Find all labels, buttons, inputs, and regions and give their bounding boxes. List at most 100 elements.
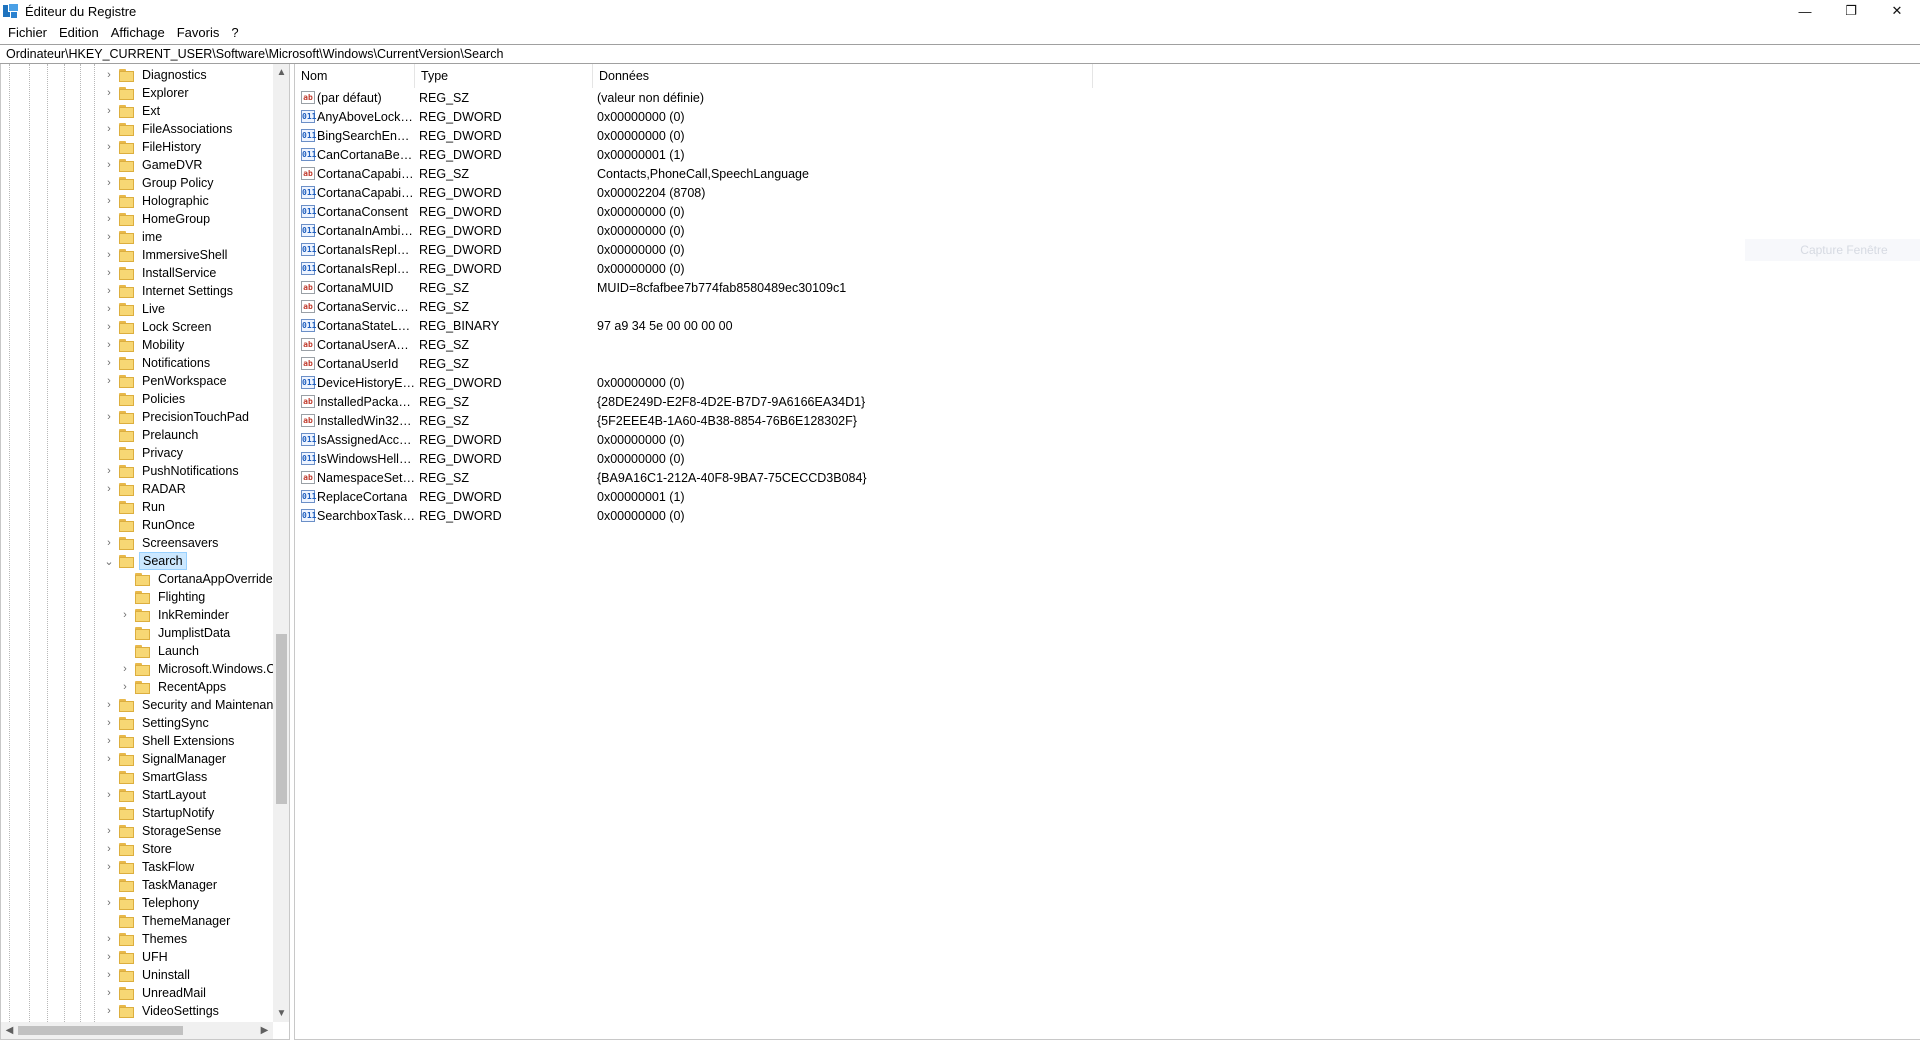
value-row[interactable]: 011SearchboxTaskbarMode REG_DWORD 0x000000… [295, 506, 1073, 525]
chevron-right-icon[interactable]: › [103, 732, 115, 750]
chevron-right-icon[interactable]: › [119, 660, 131, 678]
tree-item[interactable]: › RecentApps [119, 678, 229, 696]
value-row[interactable]: 011AnyAboveLockScreen REG_DWORD 0x00000000… [295, 107, 1073, 126]
tree-item[interactable]: › Internet Settings [103, 282, 236, 300]
scroll-left-arrow-icon[interactable]: ◀ [1, 1022, 18, 1039]
scroll-right-arrow-icon[interactable]: ▶ [256, 1022, 273, 1039]
chevron-right-icon[interactable]: › [103, 174, 115, 192]
tree-item[interactable]: › ImmersiveShell [103, 246, 230, 264]
chevron-right-icon[interactable]: › [103, 696, 115, 714]
column-header-data[interactable]: Données [593, 64, 1093, 88]
value-row[interactable]: abCortanaUserAuthority REG_SZ [295, 335, 1073, 354]
tree-item[interactable]: Policies [103, 390, 188, 408]
minimize-button[interactable]: — [1782, 0, 1828, 22]
tree-item[interactable]: › FileAssociations [103, 120, 235, 138]
tree-item[interactable]: › InstallService [103, 264, 219, 282]
tree-item[interactable]: › Notifications [103, 354, 213, 372]
chevron-right-icon[interactable]: › [103, 246, 115, 264]
tree-item[interactable]: › Group Policy [103, 174, 217, 192]
chevron-right-icon[interactable]: › [103, 84, 115, 102]
chevron-right-icon[interactable]: › [103, 336, 115, 354]
tree-item[interactable]: › PenWorkspace [103, 372, 230, 390]
tree-item[interactable]: › FileHistory [103, 138, 204, 156]
tree-item[interactable]: › PushNotifications [103, 462, 242, 480]
tree-item[interactable]: › VideoSettings [103, 1002, 222, 1020]
tree-item[interactable]: › ime [103, 228, 165, 246]
tree-item[interactable]: Prelaunch [103, 426, 201, 444]
chevron-right-icon[interactable]: › [103, 120, 115, 138]
value-row[interactable]: abCortanaServiceToken REG_SZ [295, 297, 1073, 316]
chevron-right-icon[interactable]: › [103, 192, 115, 210]
tree-item[interactable]: › Microsoft.Windows.Cortana_cw5n1h2txyewy [119, 660, 273, 678]
chevron-right-icon[interactable]: › [103, 750, 115, 768]
chevron-right-icon[interactable]: › [103, 858, 115, 876]
tree-item[interactable]: CortanaAppOverride [119, 570, 273, 588]
chevron-right-icon[interactable]: › [103, 786, 115, 804]
tree-item[interactable]: › HomeGroup [103, 210, 213, 228]
chevron-right-icon[interactable]: › [103, 354, 115, 372]
tree-item[interactable]: › Themes [103, 930, 190, 948]
chevron-right-icon[interactable]: › [103, 264, 115, 282]
chevron-right-icon[interactable]: › [103, 984, 115, 1002]
tree-item[interactable]: JumplistData [119, 624, 233, 642]
tree-item[interactable]: › Screensavers [103, 534, 221, 552]
menu-favoris[interactable]: Favoris [171, 22, 226, 44]
chevron-right-icon[interactable]: › [103, 930, 115, 948]
chevron-right-icon[interactable]: › [103, 462, 115, 480]
tree-item[interactable]: › TaskFlow [103, 858, 197, 876]
chevron-right-icon[interactable]: › [103, 840, 115, 858]
menu-fichier[interactable]: Fichier [2, 22, 53, 44]
value-row[interactable]: 011 CortanaConsent REG_DWORD 0x00000000 (0) [295, 202, 1073, 221]
chevron-right-icon[interactable]: › [103, 318, 115, 336]
tree-scroll-thumb[interactable] [276, 634, 287, 804]
tree-item[interactable]: › InkReminder [119, 606, 232, 624]
menu-affichage[interactable]: Affichage [105, 22, 171, 44]
tree-item[interactable]: › PrecisionTouchPad [103, 408, 252, 426]
tree-item[interactable]: › Live [103, 300, 168, 318]
tree-item[interactable]: › RADAR [103, 480, 189, 498]
tree-item[interactable]: › StorageSense [103, 822, 224, 840]
tree-item[interactable]: RunOnce [103, 516, 198, 534]
tree-horizontal-scrollbar[interactable]: ◀ ▶ [1, 1022, 273, 1039]
chevron-right-icon[interactable]: › [103, 210, 115, 228]
tree-item[interactable]: › Security and Maintenance [103, 696, 273, 714]
tree-item[interactable]: › Shell Extensions [103, 732, 237, 750]
chevron-right-icon[interactable]: › [103, 480, 115, 498]
tree-item[interactable]: › UFH [103, 948, 171, 966]
value-row[interactable]: abNamespaceSettingsRevision REG_SZ {BA9A16… [295, 468, 1073, 487]
chevron-down-icon[interactable]: ⌄ [103, 552, 115, 570]
tree-hscroll-thumb[interactable] [18, 1026, 183, 1035]
chevron-right-icon[interactable]: › [103, 66, 115, 84]
tree-item[interactable]: › Uninstall [103, 966, 193, 984]
chevron-right-icon[interactable]: › [103, 822, 115, 840]
value-row[interactable]: ab CortanaUserId REG_SZ [295, 354, 1073, 373]
tree-item[interactable]: ⌄ Search [103, 552, 187, 570]
menu-edition[interactable]: Edition [53, 22, 105, 44]
value-row[interactable]: 011BingSearchEnabled REG_DWORD 0x00000000 … [295, 126, 1073, 145]
tree-item[interactable]: › Holographic [103, 192, 212, 210]
chevron-right-icon[interactable]: › [103, 138, 115, 156]
chevron-right-icon[interactable]: › [103, 156, 115, 174]
value-row[interactable]: 011DeviceHistoryEnabled REG_DWORD 0x000000… [295, 373, 1073, 392]
tree-item[interactable]: › Mobility [103, 336, 187, 354]
scroll-up-arrow-icon[interactable]: ▲ [273, 64, 289, 81]
value-row[interactable]: 011CanCortanaBeEnabled REG_DWORD 0x0000000… [295, 145, 1073, 164]
tree-item[interactable]: › UnreadMail [103, 984, 209, 1002]
tree-item[interactable]: ThemeManager [103, 912, 233, 930]
tree-item[interactable]: Launch [119, 642, 202, 660]
tree-item[interactable]: Flighting [119, 588, 208, 606]
value-row[interactable]: 011CortanaCapabilityFlags REG_DWORD 0x0000… [295, 183, 1073, 202]
tree-item[interactable]: › Store [103, 840, 175, 858]
value-row[interactable]: ab (par défaut) REG_SZ (valeur non définie) [295, 88, 1073, 107]
chevron-right-icon[interactable]: › [103, 966, 115, 984]
value-row[interactable]: 011CortanaIsReplaceable REG_DWORD 0x000000… [295, 240, 1073, 259]
tree-item[interactable]: › Telephony [103, 894, 202, 912]
chevron-right-icon[interactable]: › [103, 714, 115, 732]
tree-item[interactable]: StartupNotify [103, 804, 217, 822]
tree-vertical-scrollbar[interactable]: ▲ ▼ [273, 64, 289, 1022]
chevron-right-icon[interactable]: › [103, 300, 115, 318]
chevron-right-icon[interactable]: › [103, 372, 115, 390]
value-row[interactable]: 011 IsAssignedAccess REG_DWORD 0x00000000 (… [295, 430, 1073, 449]
chevron-right-icon[interactable]: › [103, 948, 115, 966]
tree-item[interactable]: › SettingSync [103, 714, 212, 732]
